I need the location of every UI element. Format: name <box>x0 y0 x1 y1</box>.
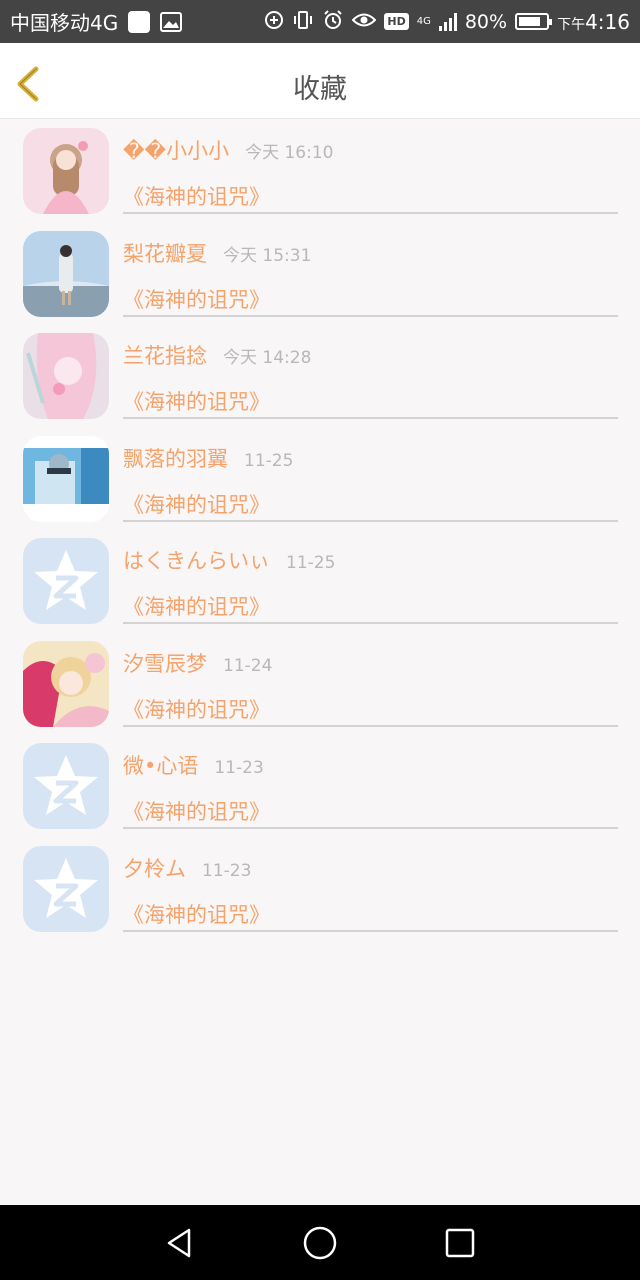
avatar[interactable] <box>23 538 109 624</box>
time-prefix: 下午 <box>557 16 586 33</box>
network-type-label: 4G <box>416 15 431 27</box>
battery-level <box>519 17 540 26</box>
meta-row: 兰花指捻 今天 14:28 <box>123 340 311 370</box>
meta-row: ��小小小 今天 16:10 <box>123 135 333 165</box>
avatar[interactable] <box>23 230 109 317</box>
system-nav-bar <box>0 1205 640 1280</box>
meta-row: はくきんらいぃ 11-25 <box>123 545 335 575</box>
back-triangle-icon <box>167 1228 191 1257</box>
list-item[interactable]: 夕柃ム 11-23 《海神的诅咒》 <box>0 837 640 940</box>
recents-square-icon <box>445 1228 475 1257</box>
avatar[interactable] <box>23 128 109 214</box>
divider <box>123 929 618 932</box>
timestamp: 今天 15:31 <box>223 245 312 266</box>
clock: 4:16 <box>585 9 630 34</box>
timestamp: 11-23 <box>202 860 252 881</box>
nav-recents-button[interactable] <box>440 1223 480 1263</box>
username[interactable]: はくきんらいぃ <box>123 545 270 575</box>
book-title[interactable]: 《海神的诅咒》 <box>123 899 270 929</box>
list-item[interactable]: はくきんらいぃ 11-25 《海神的诅咒》 <box>0 529 640 632</box>
timestamp: 11-25 <box>244 450 294 471</box>
avatar[interactable] <box>23 743 109 829</box>
app-header: 收藏 <box>0 43 640 119</box>
list-item[interactable]: 兰花指捻 今天 14:28 《海神的诅咒》 <box>0 324 640 427</box>
book-title[interactable]: 《海神的诅咒》 <box>123 284 270 314</box>
data-saver-icon <box>264 10 284 34</box>
square-icon <box>128 10 151 33</box>
book-title[interactable]: 《海神的诅咒》 <box>123 694 270 724</box>
username[interactable]: 飘落的羽翼 <box>123 443 228 473</box>
avatar[interactable] <box>23 435 109 522</box>
book-title[interactable]: 《海神的诅咒》 <box>123 591 270 621</box>
alarm-icon <box>322 9 344 35</box>
favorites-list: ��小小小 今天 16:10 《海神的诅咒》 梨花瓣夏 今天 15:31 《海神… <box>0 119 640 939</box>
vibrate-icon <box>292 10 314 34</box>
username[interactable]: 微•心语 <box>123 750 198 780</box>
divider <box>123 622 618 624</box>
page-title: 收藏 <box>293 74 347 105</box>
status-right: HD 4G 80% 下午4:16 <box>264 9 630 35</box>
list-item[interactable]: ��小小小 今天 16:10 《海神的诅咒》 <box>0 119 640 222</box>
timestamp: 11-23 <box>214 758 264 778</box>
list-item[interactable]: 飘落的羽翼 11-25 《海神的诅咒》 <box>0 427 640 530</box>
eye-icon <box>351 11 377 33</box>
timestamp: 11-24 <box>223 655 273 676</box>
list-item[interactable]: 汐雪辰梦 11-24 《海神的诅咒》 <box>0 632 640 735</box>
divider <box>123 212 618 214</box>
book-title[interactable]: 《海神的诅咒》 <box>123 181 270 211</box>
default-avatar-icon <box>23 743 109 829</box>
home-circle-icon <box>303 1226 337 1259</box>
divider <box>123 417 618 419</box>
avatar[interactable] <box>23 845 109 932</box>
nav-back-button[interactable] <box>160 1223 200 1263</box>
meta-row: 汐雪辰梦 11-24 <box>123 648 272 678</box>
meta-row: 飘落的羽翼 11-25 <box>123 443 293 473</box>
status-bar: 中国移动4G HD 4G 80% 下午4:16 <box>0 0 640 43</box>
image-icon <box>160 11 183 32</box>
divider <box>123 519 618 522</box>
divider <box>123 724 618 727</box>
divider <box>123 314 618 317</box>
timestamp: 11-25 <box>286 553 336 573</box>
meta-row: 夕柃ム 11-23 <box>123 853 251 883</box>
username[interactable]: 汐雪辰梦 <box>123 648 207 678</box>
default-avatar-icon <box>23 845 109 932</box>
list-item[interactable]: 微•心语 11-23 《海神的诅咒》 <box>0 734 640 837</box>
book-title[interactable]: 《海神的诅咒》 <box>123 489 270 519</box>
username[interactable]: ��小小小 <box>123 135 229 165</box>
hd-icon: HD <box>384 13 409 30</box>
meta-row: 微•心语 11-23 <box>123 750 264 780</box>
username[interactable]: 兰花指捻 <box>123 340 207 370</box>
avatar[interactable] <box>23 640 109 727</box>
signal-icon <box>438 12 457 31</box>
book-title[interactable]: 《海神的诅咒》 <box>123 386 270 416</box>
battery-icon <box>515 13 553 30</box>
status-left: 中国移动4G <box>10 7 183 36</box>
username[interactable]: 梨花瓣夏 <box>123 238 207 268</box>
timestamp: 今天 14:28 <box>223 348 312 368</box>
timestamp: 今天 16:10 <box>245 143 334 163</box>
carrier-label: 中国移动4G <box>10 11 119 35</box>
avatar[interactable] <box>23 333 109 419</box>
divider <box>123 827 618 829</box>
nav-home-button[interactable] <box>300 1223 340 1263</box>
book-title[interactable]: 《海神的诅咒》 <box>123 796 270 826</box>
default-avatar-icon <box>23 538 109 624</box>
meta-row: 梨花瓣夏 今天 15:31 <box>123 238 311 268</box>
battery-percent: 80% <box>464 10 508 33</box>
username[interactable]: 夕柃ム <box>123 853 186 883</box>
list-item[interactable]: 梨花瓣夏 今天 15:31 《海神的诅咒》 <box>0 222 640 325</box>
